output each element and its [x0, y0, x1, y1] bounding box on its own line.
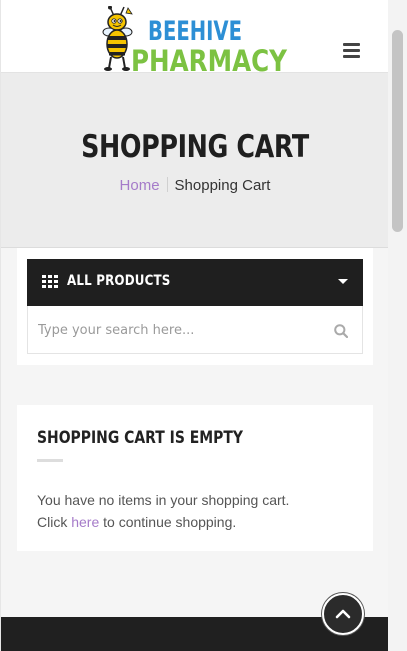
breadcrumb-home-link[interactable]: Home	[120, 177, 160, 194]
hamburger-icon	[343, 43, 360, 46]
cart-empty-message: You have no items in your shopping cart.…	[37, 489, 289, 533]
back-to-top-button[interactable]	[322, 593, 364, 635]
search-box	[27, 306, 363, 354]
site-header: BEEHIVE PHARMACY	[1, 0, 389, 73]
all-products-label: ALL PRODUCTS	[67, 273, 171, 289]
search-icon[interactable]	[334, 324, 348, 338]
bee-mascot-icon	[102, 6, 133, 71]
heading-underline	[37, 459, 63, 462]
scrollbar-thumb[interactable]	[392, 30, 403, 232]
hamburger-icon-bar	[343, 55, 360, 58]
breadcrumb-current: Shopping Cart	[174, 177, 271, 194]
scrollbar[interactable]	[388, 0, 407, 651]
chevron-up-icon	[335, 609, 351, 619]
page: BEEHIVE PHARMACY SHOPPING CART Home Shopp…	[0, 0, 389, 651]
breadcrumb: Home Shopping Cart	[1, 177, 389, 194]
cart-empty-heading: SHOPPING CART IS EMPTY	[37, 428, 243, 448]
cart-empty-line1: You have no items in your shopping cart.	[37, 492, 290, 508]
hamburger-menu-button[interactable]	[341, 40, 361, 60]
continue-shopping-link[interactable]: here	[71, 514, 99, 530]
products-widget: ALL PRODUCTS	[17, 248, 373, 365]
logo-text-line2: PHARMACY	[131, 44, 288, 72]
cart-empty-line2-suffix: to continue shopping.	[103, 514, 237, 530]
breadcrumb-separator	[166, 177, 168, 192]
page-title: SHOPPING CART	[81, 129, 309, 165]
grid-icon	[42, 275, 58, 289]
all-products-dropdown[interactable]: ALL PRODUCTS	[27, 259, 363, 306]
empty-cart-panel: SHOPPING CART IS EMPTY You have no items…	[17, 405, 373, 551]
search-input[interactable]	[36, 314, 320, 346]
page-title-band: SHOPPING CART Home Shopping Cart	[1, 73, 389, 248]
caret-down-icon	[338, 279, 348, 284]
hamburger-icon-bar	[343, 49, 360, 52]
logo-text-line1: BEEHIVE	[148, 16, 242, 47]
logo[interactable]: BEEHIVE PHARMACY	[102, 6, 290, 72]
cart-empty-line2-prefix: Click	[37, 514, 68, 530]
